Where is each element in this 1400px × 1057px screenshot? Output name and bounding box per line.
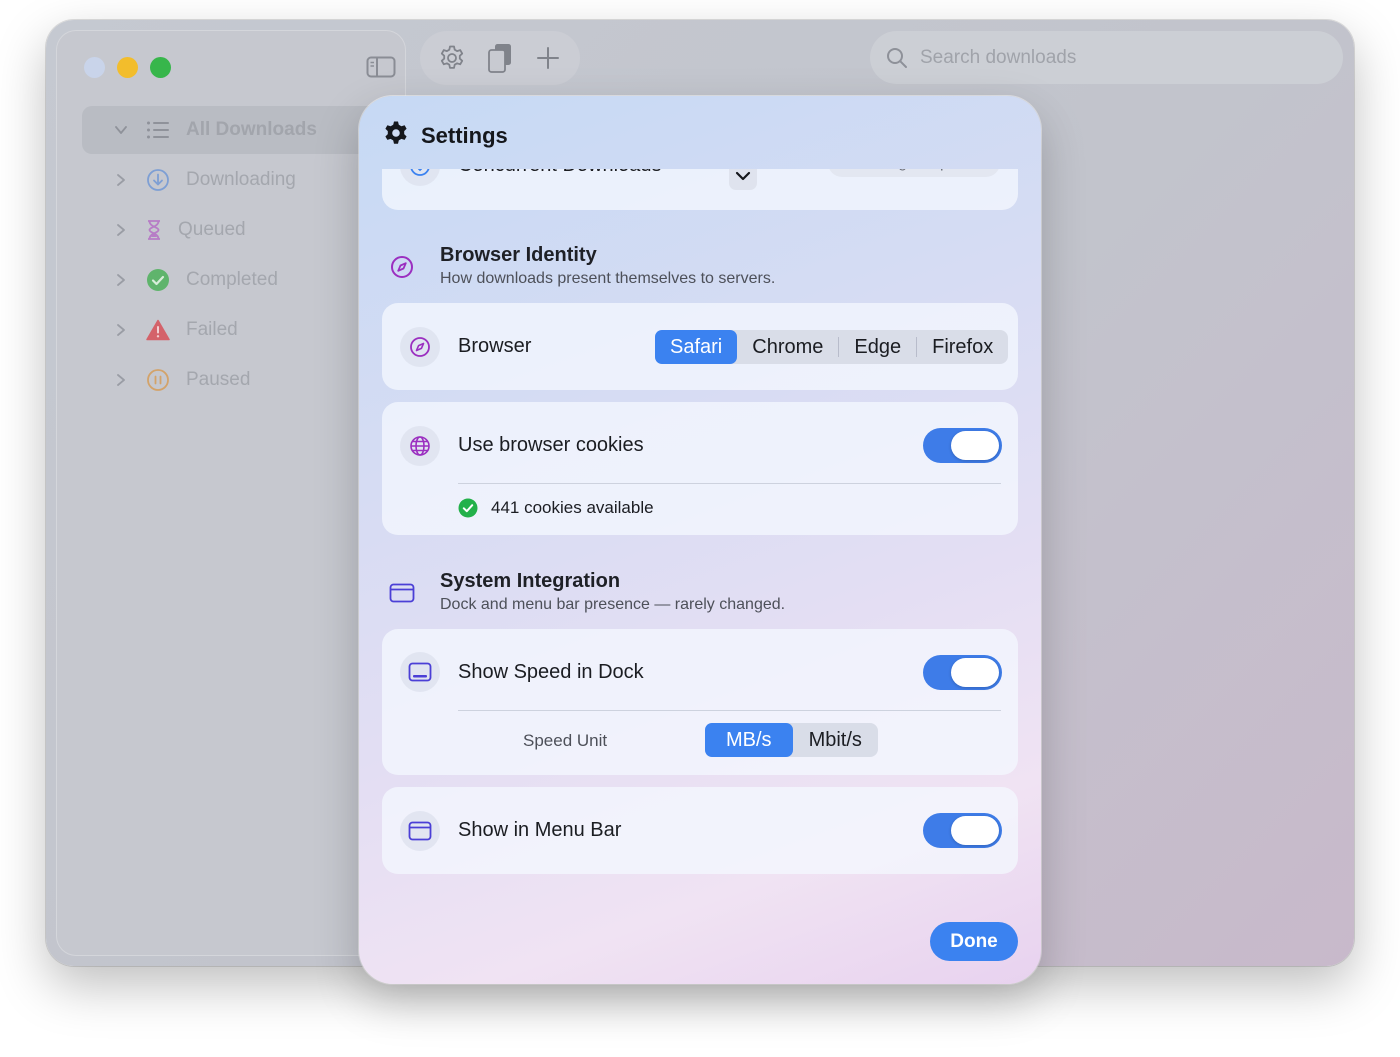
browser-identity-section-header: Browser Identity How downloads present t…	[382, 244, 1018, 297]
settings-scroll-area[interactable]: Concurrent Downloads 2 0 running · 0 que…	[359, 169, 1041, 909]
cookies-toggle[interactable]	[923, 428, 1002, 463]
chevron-right-icon[interactable]	[114, 173, 128, 187]
section-title: System Integration	[440, 570, 621, 592]
arrow-down-circle-icon	[400, 169, 440, 186]
speed-unit-label: Speed Unit	[523, 731, 608, 750]
arrow-down-circle-icon	[146, 168, 170, 192]
section-subtitle: How downloads present themselves to serv…	[440, 270, 776, 287]
toggle-knob	[951, 658, 999, 687]
menubar-card: Show in Menu Bar	[382, 787, 1018, 874]
window-minimize-button[interactable]	[117, 57, 138, 78]
section-subtitle: Dock and menu bar presence — rarely chan…	[440, 596, 786, 613]
segment-edge[interactable]: Edge	[839, 330, 916, 364]
compass-icon	[386, 251, 418, 283]
system-integration-section-header: System Integration Dock and menu bar pre…	[382, 570, 1018, 623]
list-icon	[146, 118, 170, 142]
divider	[458, 710, 1001, 711]
browser-card: Browser Safari Chrome Edge Firefox	[382, 303, 1018, 390]
sidebar-item-queued[interactable]: Queued	[82, 206, 392, 254]
segment-mb-per-s[interactable]: MB/s	[705, 723, 793, 757]
window-close-button[interactable]	[84, 57, 105, 78]
sidebar-item-failed[interactable]: Failed	[82, 306, 392, 354]
gear-icon[interactable]	[434, 40, 470, 76]
sidebar-item-label: Downloading	[186, 169, 296, 190]
toolbar	[420, 31, 580, 85]
search-icon	[887, 47, 907, 68]
done-button[interactable]: Done	[930, 922, 1018, 961]
hourglass-icon	[146, 218, 162, 242]
browser-segmented-control: Safari Chrome Edge Firefox	[655, 330, 1009, 364]
chevron-right-icon[interactable]	[114, 323, 128, 337]
sidebar-item-downloading[interactable]: Downloading	[82, 156, 392, 204]
divider	[458, 483, 1001, 484]
toggle-knob	[951, 431, 999, 460]
settings-header: Settings	[383, 120, 508, 151]
segment-chrome[interactable]: Chrome	[737, 330, 838, 364]
cookies-card: Use browser cookies 441 cookies availabl…	[382, 402, 1018, 535]
dock-toggle[interactable]	[923, 655, 1002, 690]
sidebar-toggle-icon[interactable]	[366, 56, 396, 78]
menubar-label: Show in Menu Bar	[458, 819, 622, 841]
browser-label: Browser	[458, 335, 532, 357]
sidebar-item-paused[interactable]: Paused	[82, 356, 392, 404]
sidebar-item-label: Paused	[186, 369, 251, 390]
concurrent-downloads-stepper[interactable]	[729, 169, 757, 190]
sidebar-item-label: Completed	[186, 269, 278, 290]
checkmark-circle-icon	[146, 268, 170, 292]
sidebar-item-label: Queued	[178, 219, 246, 240]
chevron-down-icon	[735, 171, 751, 181]
segment-firefox[interactable]: Firefox	[917, 330, 1008, 364]
window-zoom-button[interactable]	[150, 57, 171, 78]
copy-icon[interactable]	[482, 40, 518, 76]
chevron-right-icon[interactable]	[114, 273, 128, 287]
cookies-label: Use browser cookies	[458, 434, 644, 456]
plus-icon[interactable]	[530, 40, 566, 76]
chevron-down-icon[interactable]	[114, 123, 128, 137]
sidebar: All Downloads Downloading Queued Complet…	[56, 30, 406, 956]
concurrent-status-badge: 0 running · 0 queued	[828, 169, 1000, 177]
toggle-knob	[951, 816, 999, 845]
cookies-status: 441 cookies available	[491, 498, 654, 517]
window-icon	[386, 577, 418, 609]
segment-mbit-per-s[interactable]: Mbit/s	[793, 723, 878, 757]
search-input[interactable]	[920, 46, 1320, 69]
concurrent-downloads-card: Concurrent Downloads 2 0 running · 0 que…	[382, 169, 1018, 210]
chevron-right-icon[interactable]	[114, 373, 128, 387]
chevron-right-icon[interactable]	[114, 223, 128, 237]
sidebar-item-all-downloads[interactable]: All Downloads	[82, 106, 392, 154]
compass-icon	[400, 327, 440, 367]
speed-unit-segmented-control: MB/s Mbit/s	[705, 723, 878, 757]
gear-icon	[383, 120, 409, 151]
settings-dialog: Settings Concurrent Downloads 2 0 runnin…	[359, 96, 1041, 984]
sidebar-item-label: All Downloads	[186, 119, 317, 140]
dock-icon	[400, 652, 440, 692]
sidebar-item-label: Failed	[186, 319, 238, 340]
search-field[interactable]	[870, 31, 1343, 84]
checkmark-circle-icon	[458, 498, 478, 523]
window-icon	[400, 811, 440, 851]
menubar-toggle[interactable]	[923, 813, 1002, 848]
dock-label: Show Speed in Dock	[458, 661, 644, 683]
settings-title: Settings	[421, 122, 508, 148]
sidebar-item-completed[interactable]: Completed	[82, 256, 392, 304]
globe-icon	[400, 426, 440, 466]
segment-safari[interactable]: Safari	[655, 330, 738, 364]
pause-circle-icon	[146, 368, 170, 392]
warning-triangle-icon	[146, 318, 170, 342]
section-title: Browser Identity	[440, 244, 597, 266]
concurrent-downloads-label: Concurrent Downloads	[458, 169, 661, 177]
dock-card: Show Speed in Dock Speed Unit MB/s Mbit/…	[382, 629, 1018, 775]
